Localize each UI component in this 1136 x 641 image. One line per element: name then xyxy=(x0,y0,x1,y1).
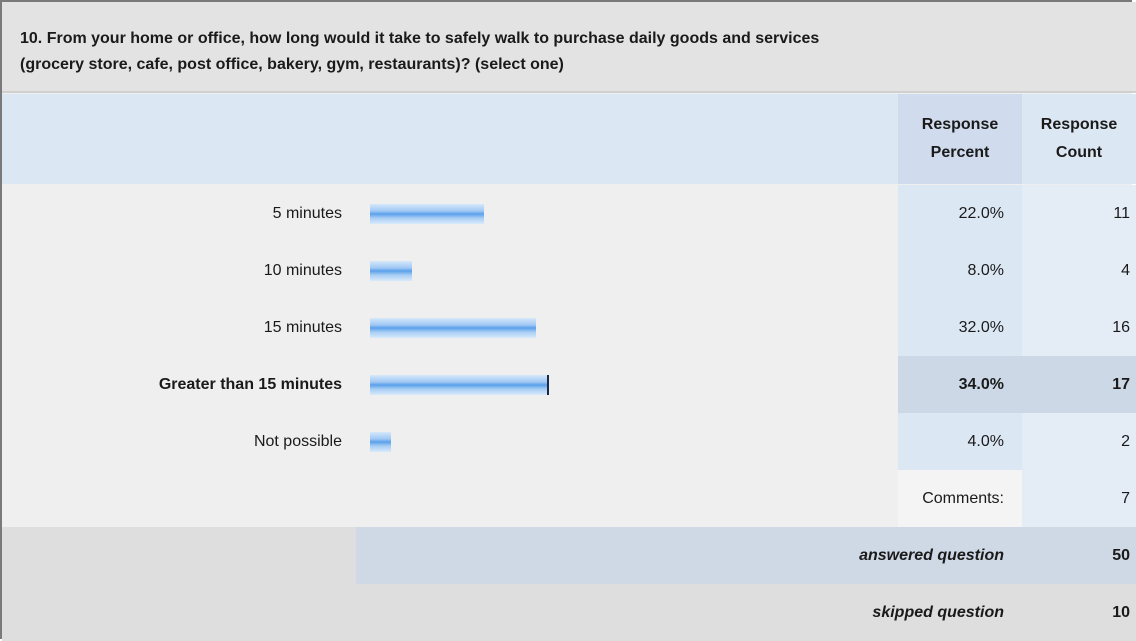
response-percent-header-line-2: Percent xyxy=(930,144,990,161)
answered-question-value: 50 xyxy=(1022,527,1136,584)
answered-question-row: answered question 50 xyxy=(2,527,1136,584)
response-percent-header-line-1: Response xyxy=(921,116,999,133)
answer-row: Not possible 4.0% 2 xyxy=(2,413,1136,470)
bar-track xyxy=(370,204,890,224)
response-percent-value: 34.0% xyxy=(898,356,1022,413)
response-percent-value: 8.0% xyxy=(898,242,1022,299)
skipped-question-label: skipped question xyxy=(872,604,1004,621)
response-count-header-line-2: Count xyxy=(1055,144,1103,161)
answer-label: Greater than 15 minutes xyxy=(158,376,342,393)
bar-track xyxy=(370,261,890,281)
answer-row: 10 minutes 8.0% 4 xyxy=(2,242,1136,299)
response-count-value: 11 xyxy=(1022,185,1136,242)
answer-label: 5 minutes xyxy=(272,205,342,222)
response-bar xyxy=(370,318,536,338)
comments-label: Comments: xyxy=(898,470,1022,527)
answer-label: 10 minutes xyxy=(263,262,342,279)
question-text-line-1: 10. From your home or office, how long w… xyxy=(20,30,820,47)
skipped-question-row: skipped question 10 xyxy=(2,584,1136,641)
response-bar xyxy=(370,375,549,395)
response-percent-value: 32.0% xyxy=(898,299,1022,356)
response-count-header: Response Count xyxy=(1022,94,1136,184)
response-bar xyxy=(370,261,412,281)
response-count-value: 4 xyxy=(1022,242,1136,299)
question-header: 10. From your home or office, how long w… xyxy=(2,2,1136,93)
answer-row: 15 minutes 32.0% 16 xyxy=(2,299,1136,356)
column-header-row: Response Percent Response Count xyxy=(2,94,1136,184)
question-text-line-2: (grocery store, cafe, post office, baker… xyxy=(20,56,564,73)
answer-row: Greater than 15 minutes 34.0% 17 xyxy=(2,356,1136,413)
response-count-header-line-1: Response xyxy=(1040,116,1118,133)
answer-row: 5 minutes 22.0% 11 xyxy=(2,185,1136,242)
response-percent-header: Response Percent xyxy=(898,94,1022,184)
answer-label: Not possible xyxy=(253,433,342,450)
response-count-value: 17 xyxy=(1022,356,1136,413)
response-count-value: 2 xyxy=(1022,413,1136,470)
response-percent-value: 22.0% xyxy=(898,185,1022,242)
comments-row: Comments: 7 xyxy=(2,470,1136,527)
bar-track xyxy=(370,432,890,452)
answered-question-label: answered question xyxy=(356,527,1022,584)
response-percent-value: 4.0% xyxy=(898,413,1022,470)
answer-label: 15 minutes xyxy=(263,319,342,336)
bar-track xyxy=(370,318,890,338)
bar-track xyxy=(370,375,890,395)
response-bar xyxy=(370,432,391,452)
response-count-value: 16 xyxy=(1022,299,1136,356)
response-bar xyxy=(370,204,484,224)
comments-count-link[interactable]: 7 xyxy=(1022,470,1136,527)
skipped-question-value: 10 xyxy=(1112,604,1130,621)
